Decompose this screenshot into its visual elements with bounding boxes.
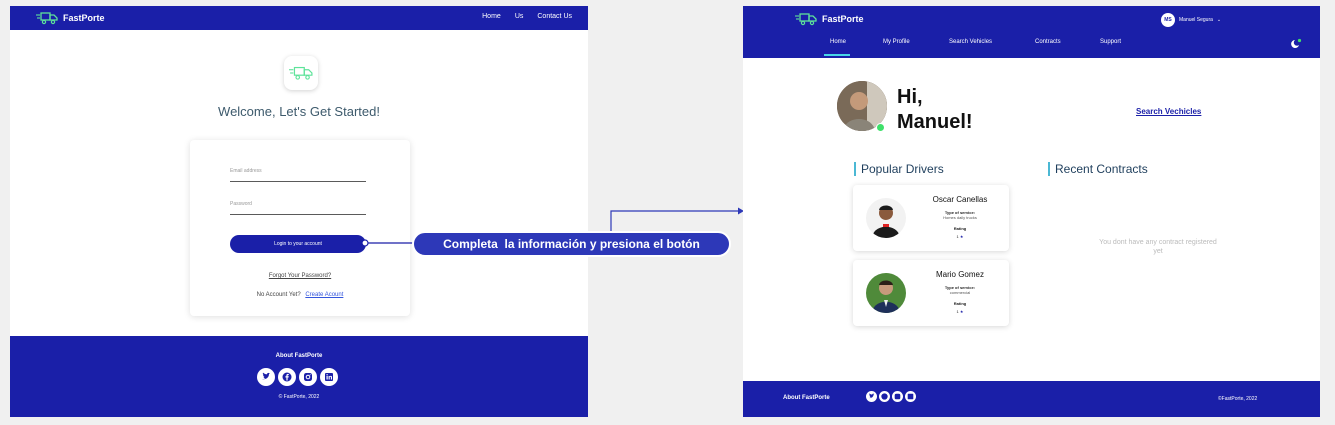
rating-value: 1 ★ (915, 234, 1005, 239)
nav-home[interactable]: Home (823, 39, 851, 56)
star-icon: ★ (959, 234, 964, 239)
driver-name: Mario Gomez (935, 270, 984, 279)
nav-my-profile[interactable]: My Profile (883, 39, 910, 45)
nav-support[interactable]: Support (1100, 39, 1121, 45)
login-card: Email address Password Login to your acc… (190, 140, 410, 316)
theme-toggle-icon[interactable] (1288, 37, 1302, 55)
driver-card[interactable]: Oscar Canellas Type of service: Homes da… (853, 185, 1009, 251)
forgot-password-link[interactable]: Forgot Your Password? (190, 273, 410, 279)
instagram-icon[interactable] (892, 391, 903, 402)
facebook-icon[interactable] (879, 391, 890, 402)
main-nav: Home Us Contact Us (482, 13, 572, 20)
recent-contracts-heading: Recent Contracts (1048, 162, 1148, 176)
nav-contracts[interactable]: Contracts (1035, 39, 1061, 45)
footer: About FastPorte ©FastPorte, 2022 (743, 381, 1320, 417)
service-type-value: commercial (949, 290, 971, 295)
greeting-name: Manuel! (897, 111, 973, 133)
brand-logo[interactable]: FastPorte (795, 12, 864, 26)
rating-label: Rating (953, 301, 967, 306)
no-account-text: No Account Yet? (256, 292, 301, 298)
service-type-value: Homes daily trucks (943, 215, 977, 220)
popular-drivers-heading: Popular Drivers (854, 162, 944, 176)
greeting: Hi, Manuel! (897, 85, 973, 135)
online-status-dot (876, 123, 885, 132)
email-field[interactable]: Email address (230, 166, 366, 182)
linkedin-icon[interactable] (320, 368, 338, 386)
driver-name: Oscar Canellas (932, 195, 988, 204)
footer-title: About FastPorte (275, 353, 323, 359)
footer-title: About FastPorte (783, 395, 830, 401)
rating-label: Rating (953, 226, 967, 231)
driver-info: Mario Gomez Type of service: commercial … (915, 270, 1005, 314)
nav-home[interactable]: Home (482, 13, 501, 20)
create-account-link[interactable]: Create Acount (305, 292, 343, 298)
copyright: ©FastPorte, 2022 (1218, 396, 1258, 402)
search-vehicles-link[interactable]: Search Vechicles (1136, 107, 1201, 116)
nav-search-vehicles[interactable]: Search Vehicles (949, 39, 992, 45)
truck-icon (795, 12, 817, 26)
social-links (257, 368, 338, 386)
rating-number: 1 (956, 309, 959, 314)
user-menu[interactable]: MS Manuel Segura ⌄ (1161, 13, 1221, 27)
empty-contracts-message: You dont have any contract registered ye… (1099, 239, 1217, 255)
linkedin-icon[interactable] (905, 391, 916, 402)
social-links (866, 391, 916, 402)
twitter-icon[interactable] (257, 368, 275, 386)
signup-row: No Account Yet? Create Acount (190, 292, 410, 298)
user-avatar: MS (1161, 13, 1175, 27)
dashboard-screenshot: FastPorte MS Manuel Segura ⌄ Home My Pro… (743, 6, 1320, 417)
brand-logo[interactable]: FastPorte (36, 11, 105, 25)
driver-card[interactable]: Mario Gomez Type of service: commercial … (853, 260, 1009, 326)
facebook-icon[interactable] (278, 368, 296, 386)
password-field[interactable]: Password (230, 199, 366, 215)
driver-avatar (866, 198, 906, 238)
instagram-icon[interactable] (299, 368, 317, 386)
chevron-down-icon: ⌄ (1216, 17, 1222, 23)
instruction-callout: Completa la información y presiona el bo… (412, 231, 731, 257)
greeting-hi: Hi, (897, 86, 923, 108)
driver-info: Oscar Canellas Type of service: Homes da… (915, 195, 1005, 239)
user-name: Manuel Segura (1179, 17, 1213, 23)
top-navbar: FastPorte MS Manuel Segura ⌄ Home My Pro… (743, 6, 1320, 58)
footer: About FastPorte © FastPorte, 2022 (10, 336, 588, 417)
rating-number: 1 (956, 234, 959, 239)
truck-icon (284, 56, 318, 90)
truck-icon (36, 11, 58, 25)
rating-value: 1 ★ (915, 309, 1005, 314)
welcome-title: Welcome, Let's Get Started! (218, 104, 380, 119)
login-button[interactable]: Login to your account (230, 235, 366, 253)
star-icon: ★ (959, 309, 964, 314)
main-nav: Home My Profile Search Vehicles Contract… (743, 39, 1320, 56)
nav-contact-us[interactable]: Contact Us (537, 13, 572, 20)
brand-name: FastPorte (63, 13, 105, 23)
copyright: © FastPorte, 2022 (278, 394, 320, 400)
top-navbar: FastPorte Home Us Contact Us (10, 6, 588, 30)
brand-name: FastPorte (822, 14, 864, 24)
driver-avatar (866, 273, 906, 313)
twitter-icon[interactable] (866, 391, 877, 402)
login-page-screenshot: FastPorte Home Us Contact Us Welcome, Le… (10, 6, 588, 417)
nav-us[interactable]: Us (515, 13, 524, 20)
